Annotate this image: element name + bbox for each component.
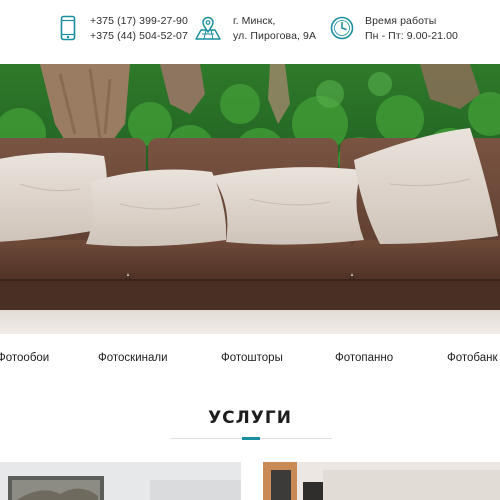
hours-value: Пн - Пт: 9.00-21.00 [365, 29, 458, 42]
hours-contact: Время работы Пн - Пт: 9.00-21.00 [329, 14, 458, 43]
hero-banner [0, 64, 500, 334]
services-title: УСЛУГИ [208, 408, 292, 428]
phone-contact[interactable]: +375 (17) 399-27-90 +375 (44) 504-52-07 [56, 14, 188, 43]
clock-icon [329, 14, 355, 42]
nav-item-photocurtains[interactable]: Фотошторы [221, 352, 283, 364]
nav-item-photoskinali[interactable]: Фотоскинали [98, 352, 168, 364]
hero-image [0, 64, 500, 334]
service-card[interactable] [0, 462, 241, 500]
header-contacts: +375 (17) 399-27-90 +375 (44) 504-52-07 … [0, 0, 500, 64]
service-card-image [263, 462, 500, 500]
nav-item-photobank[interactable]: Фотобанк [447, 352, 498, 364]
phone-line-2[interactable]: +375 (44) 504-52-07 [90, 30, 188, 42]
services-divider-accent [242, 437, 260, 440]
map-pin-icon [193, 14, 223, 42]
service-card[interactable] [263, 462, 500, 500]
phone-icon [56, 14, 80, 42]
address-line-1: г. Минск, [233, 15, 276, 27]
nav-item-photopanels[interactable]: Фотопанно [335, 352, 393, 364]
nav-item-photowallpaper[interactable]: Фотообои [0, 352, 49, 364]
hours-label: Время работы [365, 15, 437, 27]
address-line-2: ул. Пирогова, 9А [233, 29, 317, 42]
service-card-image [0, 462, 241, 500]
address-contact: г. Минск, ул. Пирогова, 9А [193, 14, 316, 43]
phone-line-1[interactable]: +375 (17) 399-27-90 [90, 15, 188, 27]
category-nav: Фотообои Фотоскинали Фотошторы Фотопанно… [0, 334, 500, 390]
